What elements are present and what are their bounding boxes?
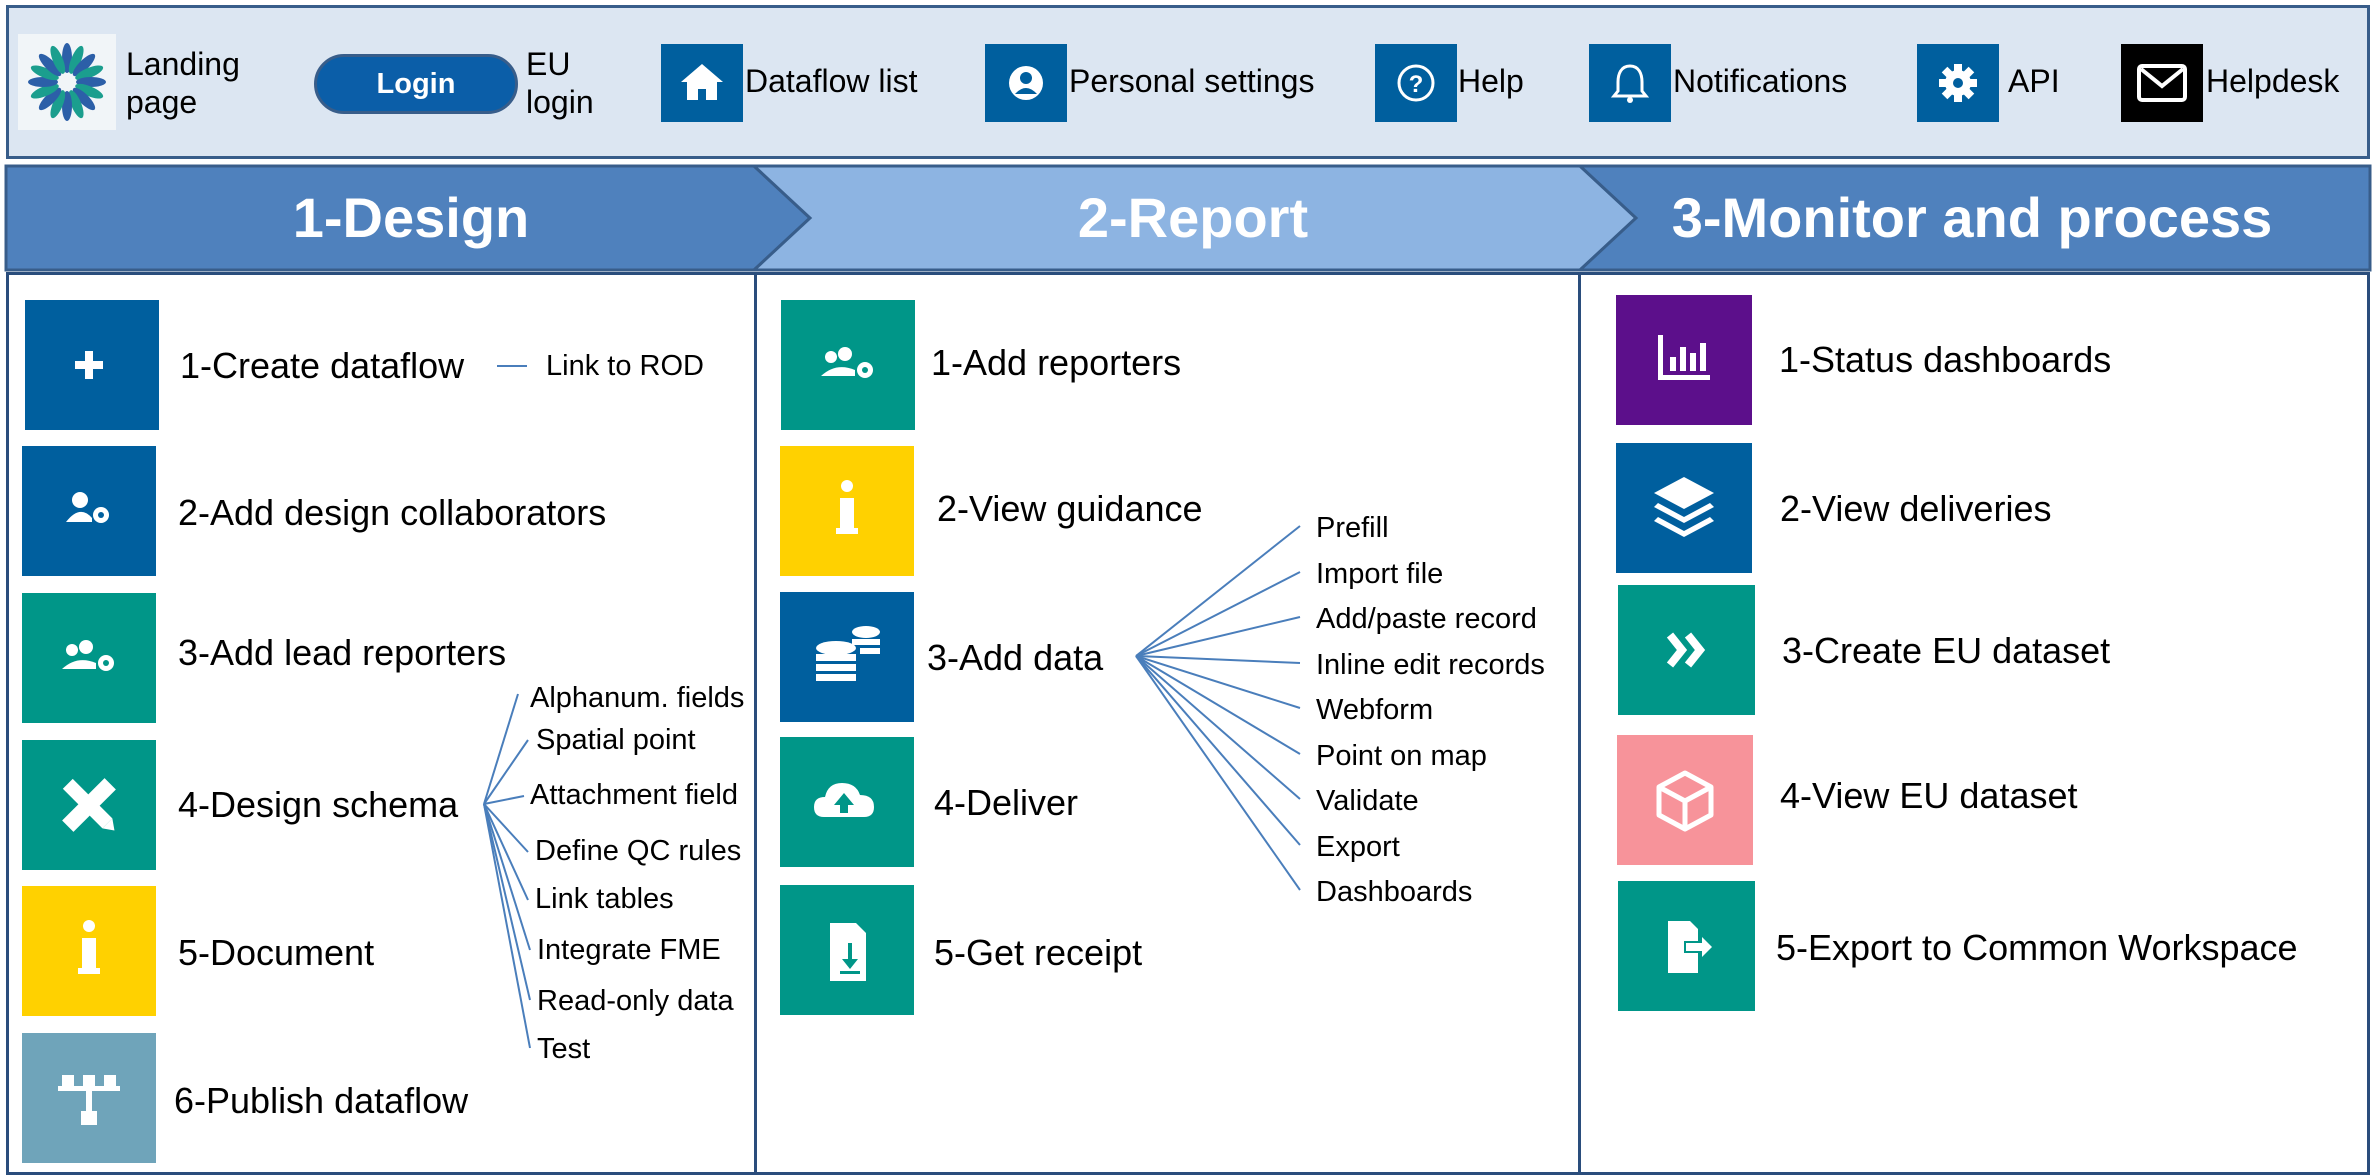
connector-line <box>1135 655 1301 664</box>
file-download-icon <box>830 923 866 981</box>
users-gear-icon <box>62 640 114 671</box>
design-schema-label: 4-Design schema <box>178 784 459 825</box>
connector-line <box>483 795 525 805</box>
connector-line <box>1135 655 1301 891</box>
schema-option: Define QC rules <box>535 835 742 867</box>
get-receipt-tile[interactable] <box>780 885 914 1015</box>
data-option: Dashboards <box>1316 876 1473 908</box>
export-to-common-workspace-tile[interactable] <box>1618 881 1755 1011</box>
add-reporters-tile[interactable] <box>781 300 915 430</box>
data-option: Prefill <box>1316 512 1389 544</box>
link-to-rod-label[interactable]: Link to ROD <box>546 350 704 383</box>
plus-icon <box>75 351 103 379</box>
double-chevron-icon <box>1666 632 1706 668</box>
document-label: 5-Document <box>178 932 375 973</box>
view-guidance-label: 2-View guidance <box>937 488 1203 529</box>
add-lead-reporters-label: 3-Add lead reporters <box>178 632 507 673</box>
view-deliveries-label: 2-View deliveries <box>1780 488 2052 529</box>
status-dashboards-tile[interactable] <box>1616 295 1752 425</box>
create-eu-dataset-tile[interactable] <box>1618 585 1755 715</box>
connector-line <box>483 803 531 1001</box>
publish-dataflow-label: 6-Publish dataflow <box>174 1080 469 1121</box>
design-schema-tile[interactable] <box>22 740 156 870</box>
export-to-common-workspace-label: 5-Export to Common Workspace <box>1776 927 2298 968</box>
create-dataflow-label: 1-Create dataflow <box>180 345 465 386</box>
cloud-upload-icon <box>814 783 874 817</box>
add-data-tile[interactable] <box>780 592 914 722</box>
data-option: Point on map <box>1316 740 1487 772</box>
users-gear-icon <box>821 347 873 378</box>
data-option: Webform <box>1316 694 1434 726</box>
data-option: Add/paste record <box>1316 603 1537 635</box>
connector-line <box>483 803 529 901</box>
schema-option: Integrate FME <box>537 934 721 966</box>
add-lead-reporters-tile[interactable] <box>22 593 156 723</box>
connector-line <box>1135 655 1301 709</box>
reportnet-workflow-diagram: Landing page Login EU login Dataflow list … <box>0 0 2376 1175</box>
connector-line <box>1135 655 1301 846</box>
deliver-label: 4-Deliver <box>934 782 1079 823</box>
layers-icon <box>1654 477 1714 537</box>
view-eu-dataset-tile[interactable] <box>1617 735 1753 865</box>
view-deliveries-tile[interactable] <box>1616 443 1752 573</box>
publish-dataflow-tile[interactable] <box>22 1033 156 1163</box>
cube-icon <box>1656 770 1714 832</box>
data-option: Export <box>1316 831 1400 863</box>
connector-line <box>1135 571 1301 657</box>
document-tile[interactable] <box>22 886 156 1016</box>
file-export-icon <box>1668 921 1712 973</box>
bar-chart-icon <box>1658 335 1710 380</box>
create-eu-dataset-label: 3-Create EU dataset <box>1782 630 2111 671</box>
get-receipt-label: 5-Get receipt <box>934 932 1143 973</box>
info-icon <box>78 920 100 974</box>
create-dataflow-tile[interactable] <box>25 300 159 430</box>
add-design-collaborators-label: 2-Add design collaborators <box>178 492 607 533</box>
pencil-ruler-icon <box>62 778 116 832</box>
view-guidance-tile[interactable] <box>780 446 914 576</box>
user-gear-icon <box>66 492 109 523</box>
connector-line <box>483 693 519 805</box>
deliver-tile[interactable] <box>780 737 914 867</box>
data-option: Validate <box>1316 785 1419 817</box>
schema-option: Spatial point <box>536 724 696 756</box>
schema-option: Read-only data <box>537 985 734 1017</box>
status-dashboards-label: 1-Status dashboards <box>1779 339 2112 380</box>
connector-line <box>483 739 529 805</box>
add-reporters-label: 1-Add reporters <box>931 342 1182 383</box>
connector-line <box>1135 655 1301 755</box>
data-option: Import file <box>1316 558 1444 590</box>
info-icon <box>836 480 858 534</box>
database-icon <box>816 626 880 681</box>
schema-option: Link tables <box>535 883 674 915</box>
schema-option: Test <box>537 1033 591 1065</box>
add-design-collaborators-tile[interactable] <box>22 446 156 576</box>
view-eu-dataset-label: 4-View EU dataset <box>1780 775 2078 816</box>
connector-lines <box>483 365 1301 1049</box>
schema-option: Attachment field <box>530 779 738 811</box>
schema-option: Alphanum. fields <box>530 682 745 714</box>
data-option: Inline edit records <box>1316 649 1545 681</box>
add-data-label: 3-Add data <box>927 637 1104 678</box>
connector-line <box>1135 655 1301 800</box>
sitemap-icon <box>58 1075 120 1125</box>
